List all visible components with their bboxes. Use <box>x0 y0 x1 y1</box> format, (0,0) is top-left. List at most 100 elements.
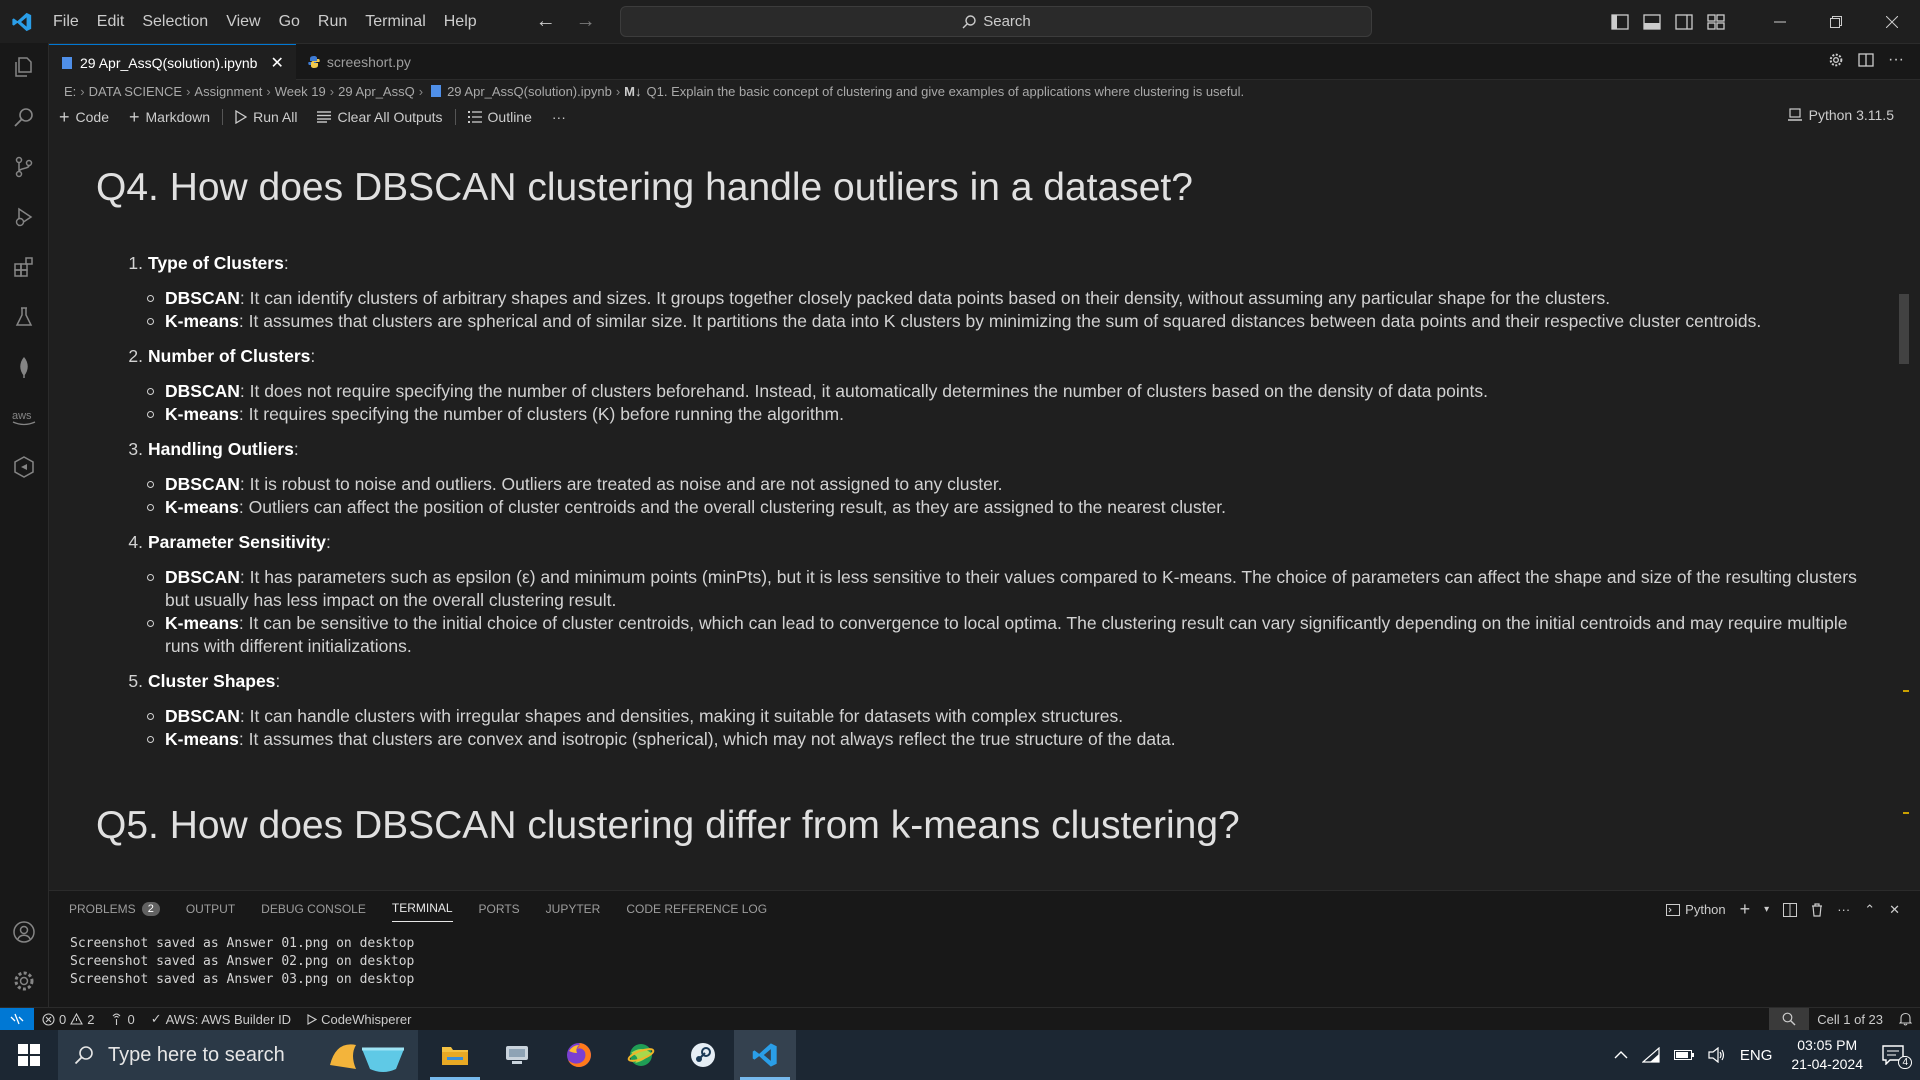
settings-gear-icon[interactable] <box>1828 52 1844 68</box>
chevron-down-icon[interactable]: ▾ <box>1764 904 1769 915</box>
taskbar-search-placeholder: Type here to search <box>108 1043 285 1066</box>
menu-run[interactable]: Run <box>309 0 356 43</box>
add-markdown-cell-button[interactable]: + Markdown <box>119 107 220 128</box>
tab-jupyter[interactable]: JUPYTER <box>546 901 601 922</box>
battery-icon[interactable] <box>1667 1049 1701 1061</box>
tab-debug-console[interactable]: DEBUG CONSOLE <box>261 901 366 922</box>
close-panel-icon[interactable]: ✕ <box>1889 902 1900 918</box>
remote-indicator-icon[interactable] <box>0 1008 34 1030</box>
terminal-output[interactable]: Screenshot saved as Answer 01.png on des… <box>70 935 414 989</box>
aws-toolkit-icon[interactable]: aws <box>0 393 48 441</box>
forward-arrow-icon[interactable]: → <box>576 10 596 33</box>
explorer-icon[interactable] <box>0 43 48 91</box>
notifications-bell-icon[interactable] <box>1891 1012 1920 1026</box>
volume-icon[interactable] <box>1701 1047 1733 1063</box>
chevron-right-icon: › <box>615 83 621 99</box>
breadcrumb-drive[interactable]: E: <box>64 84 76 99</box>
customize-layout-icon[interactable] <box>1700 13 1732 30</box>
kernel-picker[interactable]: Python 3.11.5 <box>1787 107 1894 123</box>
menu-help[interactable]: Help <box>435 0 486 43</box>
computer-app-icon[interactable] <box>486 1030 548 1080</box>
toggle-secondary-sidebar-icon[interactable] <box>1668 13 1700 30</box>
outline-button[interactable]: Outline <box>458 109 542 125</box>
file-explorer-icon[interactable] <box>424 1030 486 1080</box>
close-window-icon[interactable] <box>1864 0 1920 43</box>
menu-file[interactable]: File <box>44 0 88 43</box>
manage-gear-icon[interactable] <box>0 957 48 1005</box>
maximize-panel-chevron-up-icon[interactable]: ⌃ <box>1864 902 1875 918</box>
colon: : <box>293 439 299 459</box>
windows-start-icon[interactable] <box>0 1030 58 1080</box>
add-code-cell-button[interactable]: + Code <box>49 107 119 128</box>
source-control-icon[interactable] <box>0 143 48 191</box>
tab-label: screeshort.py <box>326 53 411 70</box>
toggle-primary-sidebar-icon[interactable] <box>1604 13 1636 30</box>
breadcrumb: E: › DATA SCIENCE › Assignment › Week 19 › 2… <box>64 80 1244 102</box>
clear-all-outputs-button[interactable]: Clear All Outputs <box>307 109 452 125</box>
remote-hexagon-icon[interactable] <box>0 443 48 491</box>
testing-flask-icon[interactable] <box>0 293 48 341</box>
breadcrumb-file[interactable]: 29 Apr_AssQ(solution).ipynb <box>447 84 612 99</box>
breadcrumb-folder[interactable]: Week 19 <box>275 84 326 99</box>
zoom-magnifier-icon[interactable] <box>1769 1008 1810 1030</box>
tab-python-file[interactable]: screeshort.py <box>296 44 423 79</box>
tab-output[interactable]: OUTPUT <box>186 901 235 922</box>
kill-terminal-trash-icon[interactable] <box>1811 902 1823 917</box>
breadcrumb-cell[interactable]: Q1. Explain the basic concept of cluster… <box>647 84 1245 99</box>
input-language[interactable]: ENG <box>1733 1047 1780 1064</box>
tab-ports[interactable]: PORTS <box>479 901 520 922</box>
new-terminal-plus-icon[interactable]: + <box>1740 899 1751 920</box>
menu-terminal[interactable]: Terminal <box>356 0 434 43</box>
accounts-icon[interactable] <box>0 908 48 956</box>
browser-globe-icon[interactable] <box>610 1030 672 1080</box>
command-center-search[interactable]: Search <box>620 6 1372 37</box>
menu-view[interactable]: View <box>217 0 269 43</box>
ports-status[interactable]: 0 <box>102 1012 142 1027</box>
tab-notebook[interactable]: 29 Apr_AssQ(solution).ipynb ✕ <box>49 44 296 80</box>
tab-problems[interactable]: PROBLEMS 2 <box>69 901 160 922</box>
breadcrumb-folder[interactable]: Assignment <box>194 84 262 99</box>
run-debug-icon[interactable] <box>0 193 48 241</box>
menu-edit[interactable]: Edit <box>88 0 134 43</box>
problems-status[interactable]: 0 2 <box>34 1012 102 1027</box>
tab-terminal[interactable]: TERMINAL <box>391 901 453 922</box>
more-toolbar-actions-button[interactable]: ··· <box>542 109 576 125</box>
show-hidden-icons-chevron-up-icon[interactable] <box>1607 1050 1635 1060</box>
notification-center-icon[interactable]: 4 <box>1875 1045 1920 1069</box>
editor-actions: ··· <box>1828 52 1904 68</box>
terminal-shell-selector[interactable]: Python <box>1666 902 1726 917</box>
more-actions-icon[interactable]: ··· <box>1888 52 1904 68</box>
cell-indicator[interactable]: Cell 1 of 23 <box>1809 1012 1891 1027</box>
tab-code-reference-log[interactable]: CODE REFERENCE LOG <box>626 901 767 922</box>
extensions-icon[interactable] <box>0 243 48 291</box>
split-terminal-icon[interactable] <box>1783 902 1798 917</box>
menu-go[interactable]: Go <box>270 0 309 43</box>
chevron-right-icon: › <box>266 83 271 99</box>
codewhisperer-status[interactable]: CodeWhisperer <box>299 1012 419 1027</box>
steam-icon[interactable] <box>672 1030 734 1080</box>
restore-icon[interactable] <box>1808 0 1864 43</box>
toggle-panel-icon[interactable] <box>1636 13 1668 30</box>
mongodb-leaf-icon[interactable] <box>0 343 48 391</box>
breadcrumb-folder[interactable]: DATA SCIENCE <box>89 84 182 99</box>
editor-scrollbar-thumb[interactable] <box>1899 294 1909 364</box>
wifi-icon[interactable] <box>1635 1047 1667 1063</box>
kmeans-point: K-means: It assumes that clusters are sp… <box>147 310 1879 333</box>
dbscan-label: DBSCAN <box>165 474 240 494</box>
close-tab-icon[interactable]: ✕ <box>270 53 283 73</box>
more-panel-actions-icon[interactable]: ··· <box>1837 902 1850 917</box>
back-arrow-icon[interactable]: ← <box>536 10 556 33</box>
vscode-taskbar-icon[interactable] <box>734 1030 796 1080</box>
minimize-icon[interactable] <box>1752 0 1808 43</box>
taskbar-clock[interactable]: 03:05 PM 21-04-2024 <box>1779 1036 1875 1074</box>
menu-selection[interactable]: Selection <box>133 0 217 43</box>
aws-status[interactable]: ✓ AWS: AWS Builder ID <box>143 1011 299 1027</box>
split-editor-icon[interactable] <box>1858 52 1874 68</box>
search-view-icon[interactable] <box>0 93 48 141</box>
ports-count: 0 <box>127 1011 135 1027</box>
taskbar-search-box[interactable]: Type here to search <box>58 1030 418 1080</box>
firefox-icon[interactable] <box>548 1030 610 1080</box>
item-number: 2. <box>128 346 143 366</box>
run-all-button[interactable]: Run All <box>225 109 307 125</box>
breadcrumb-folder[interactable]: 29 Apr_AssQ <box>338 84 415 99</box>
